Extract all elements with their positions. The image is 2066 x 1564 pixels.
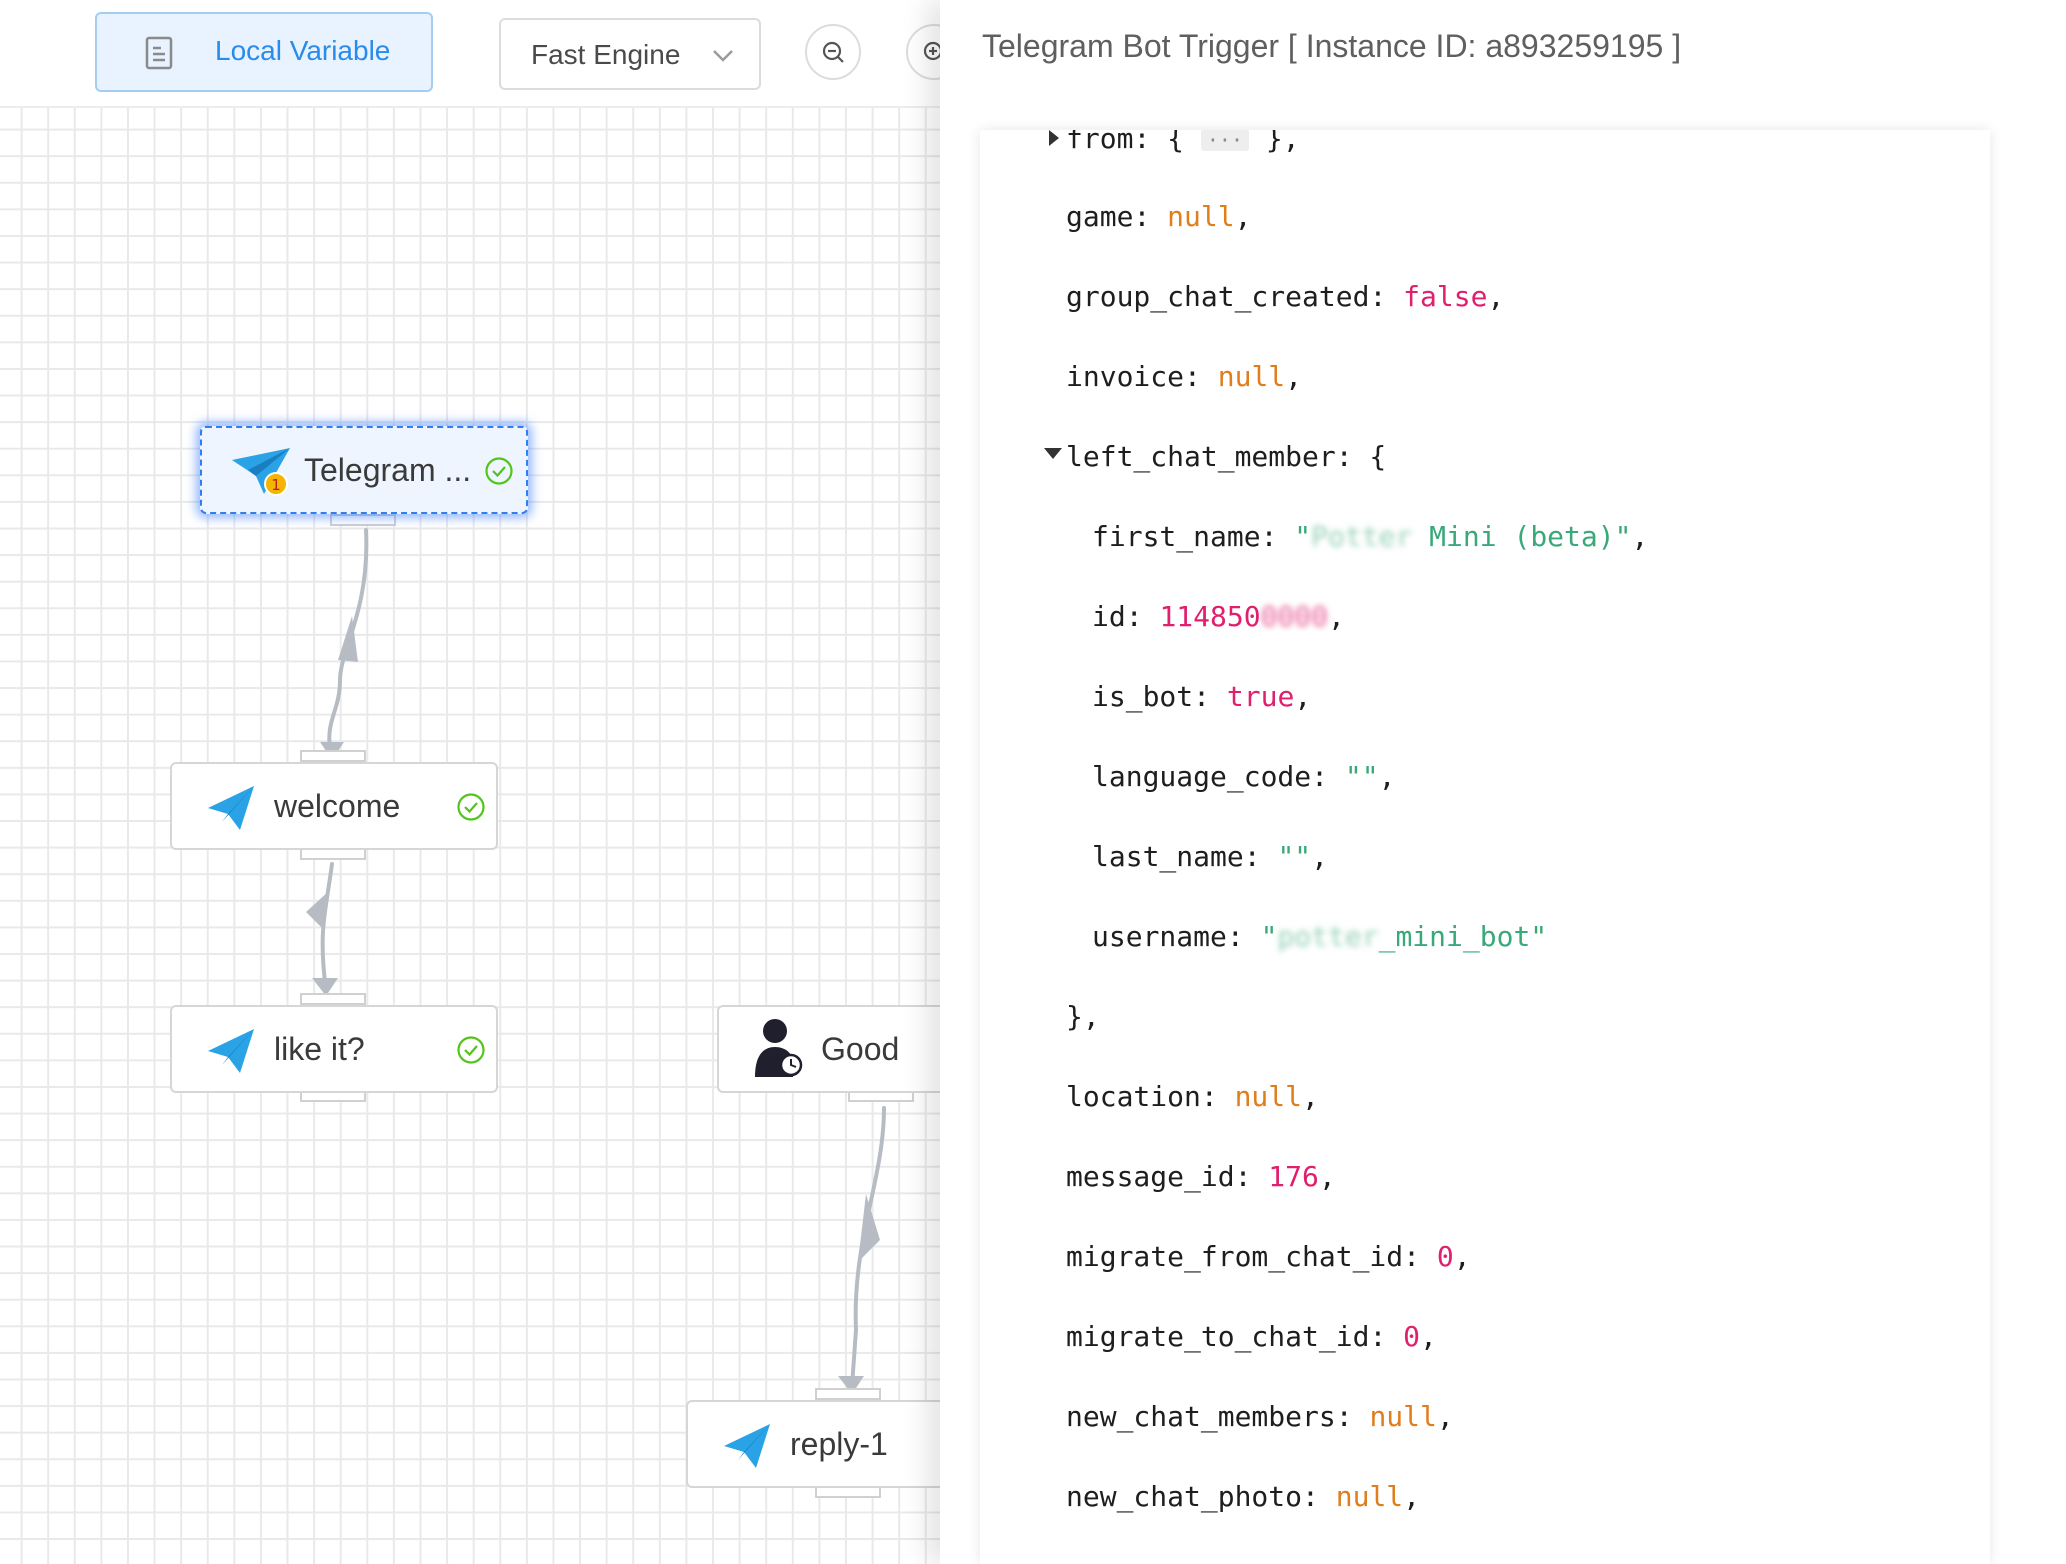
telegram-icon bbox=[724, 1424, 770, 1468]
zoom-out-icon bbox=[822, 41, 844, 63]
json-line-last-name: last_name: "", bbox=[1092, 840, 1329, 873]
node-port-in[interactable] bbox=[300, 750, 366, 762]
telegram-icon bbox=[208, 1029, 254, 1073]
node-title: like it? bbox=[274, 1031, 365, 1067]
zoom-out-button[interactable] bbox=[805, 24, 861, 80]
node-port-out[interactable] bbox=[330, 514, 396, 526]
telegram-trigger-icon: 1 bbox=[232, 448, 290, 496]
node-telegram-trigger[interactable]: 1 Telegram ... bbox=[200, 426, 528, 514]
json-line-message-id: message_id: 176, bbox=[1066, 1160, 1336, 1193]
instance-detail-panel: Telegram Bot Trigger [ Instance ID: a893… bbox=[940, 0, 2066, 1564]
node-like-it[interactable]: like it? bbox=[170, 1005, 498, 1093]
json-line-new-chat-members: new_chat_members: null, bbox=[1066, 1400, 1454, 1433]
json-line-username: username: "potter_mini_bot" bbox=[1092, 920, 1548, 953]
json-line-group-chat-created: group_chat_created: false, bbox=[1066, 280, 1505, 313]
chevron-down-icon bbox=[713, 50, 733, 62]
json-line-language-code: language_code: "", bbox=[1092, 760, 1396, 793]
node-title: reply-1 bbox=[790, 1426, 888, 1462]
node-title: welcome bbox=[274, 788, 401, 824]
engine-select[interactable]: Fast Engine bbox=[499, 18, 761, 90]
json-line-migrate-from-chat-id: migrate_from_chat_id: 0, bbox=[1066, 1240, 1471, 1273]
json-line-new-chat-photo: new_chat_photo: null, bbox=[1066, 1480, 1421, 1513]
document-icon bbox=[145, 36, 173, 70]
node-welcome[interactable]: welcome bbox=[170, 762, 498, 850]
local-variable-button[interactable]: Local Variable bbox=[95, 12, 433, 92]
caret-down-icon[interactable] bbox=[1044, 448, 1062, 460]
node-good[interactable]: Good bbox=[717, 1005, 977, 1093]
telegram-icon bbox=[208, 786, 254, 830]
check-circle-icon bbox=[485, 457, 513, 485]
json-line-location: location: null, bbox=[1066, 1080, 1319, 1113]
collapsed-ellipsis[interactable]: ··· bbox=[1200, 130, 1249, 151]
canvas-toolbar: Local Variable Fast Engine bbox=[0, 0, 962, 108]
svg-text:1: 1 bbox=[271, 476, 281, 494]
check-circle-icon bbox=[457, 793, 485, 821]
engine-select-value: Fast Engine bbox=[531, 39, 681, 70]
check-circle-icon bbox=[457, 1036, 485, 1064]
panel-title: Telegram Bot Trigger [ Instance ID: a893… bbox=[982, 28, 1682, 64]
json-line-is-bot: is_bot: true, bbox=[1092, 680, 1312, 713]
local-variable-label: Local Variable bbox=[215, 35, 391, 66]
json-line-first-name: first_name: "Potter Mini (beta)", bbox=[1092, 520, 1649, 553]
caret-right-icon[interactable] bbox=[1047, 130, 1061, 146]
json-line-game: game: null, bbox=[1066, 200, 1252, 233]
node-title: Good bbox=[821, 1031, 900, 1067]
json-line-close: }, bbox=[1066, 1000, 1100, 1033]
user-clock-icon bbox=[755, 1019, 803, 1077]
json-line-id: id: 1148500000, bbox=[1092, 600, 1345, 633]
node-port-in[interactable] bbox=[300, 993, 366, 1005]
json-line-migrate-to-chat-id: migrate_to_chat_id: 0, bbox=[1066, 1320, 1437, 1353]
json-line-from: from: { ··· }, bbox=[1066, 130, 1300, 155]
node-port-in[interactable] bbox=[815, 1388, 881, 1400]
node-title: Telegram ... bbox=[304, 452, 472, 488]
json-line-invoice: invoice: null, bbox=[1066, 360, 1303, 393]
json-viewer[interactable]: from: { ··· }, game: null, group_chat_cr… bbox=[980, 130, 1990, 1564]
json-line-left-chat-member: left_chat_member: { bbox=[1066, 440, 1387, 473]
